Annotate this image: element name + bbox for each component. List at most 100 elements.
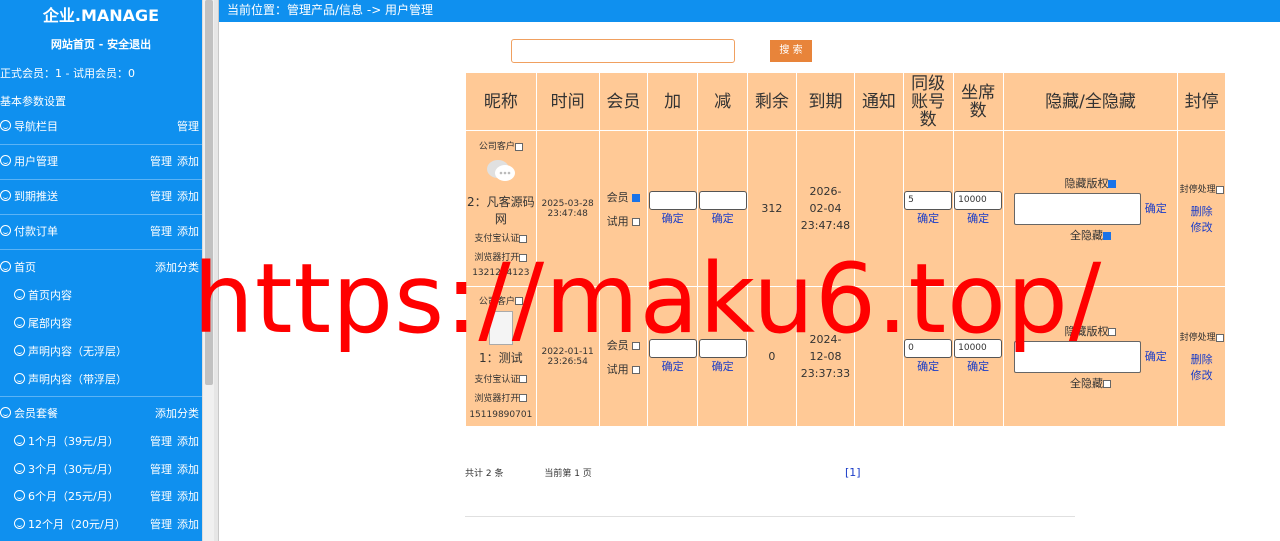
manage-link[interactable]: 管理: [150, 148, 172, 176]
sidebar-item-label: 付款订单: [14, 225, 58, 238]
manage-link[interactable]: 管理: [150, 511, 172, 539]
hide-all-checkbox[interactable]: [1102, 231, 1111, 240]
sidebar-subitem[interactable]: 1个月（39元/月） 管理 添加: [0, 428, 202, 456]
edit-link[interactable]: 修改: [1178, 367, 1225, 383]
search-button[interactable]: 搜 索: [770, 40, 812, 62]
add-link[interactable]: 添加: [177, 148, 199, 176]
sidebar-subitem[interactable]: 首页内容: [0, 282, 202, 310]
ban-label: 封停处理: [1179, 185, 1216, 195]
sidebar-item-expiry-push[interactable]: 到期推送 管理 添加: [0, 183, 202, 211]
alipay-checkbox[interactable]: [519, 234, 528, 243]
sidebar-subitem[interactable]: 声明内容（带浮层）: [0, 366, 202, 394]
sidebar-subitem-label: 12个月（20元/月）: [28, 518, 126, 531]
sidebar-item-nav[interactable]: 导航栏目 管理: [0, 113, 202, 141]
sidebar-subitem-label: 尾部内容: [28, 317, 72, 330]
member-counts: 正式会员：1 - 试用会员：0: [0, 67, 135, 80]
basic-settings-link[interactable]: 基本参数设置: [0, 93, 66, 109]
sidebar-item-home[interactable]: 首页 添加分类: [0, 254, 202, 282]
column-header: 封停: [1177, 72, 1226, 131]
manage-link[interactable]: 管理: [150, 183, 172, 211]
ban-checkbox[interactable]: [1215, 185, 1224, 194]
sidebar-subitem[interactable]: 声明内容（无浮层）: [0, 338, 202, 366]
sidebar-subitem[interactable]: 6个月（25元/月） 管理 添加: [0, 483, 202, 511]
subtract-input[interactable]: [698, 191, 747, 210]
add-link[interactable]: 添加: [177, 218, 199, 246]
add-link[interactable]: 添加: [177, 183, 199, 211]
confirm-button[interactable]: 确定: [698, 358, 747, 374]
trial-label: 试用: [606, 214, 629, 228]
sidebar-title: 企业.MANAGE: [42, 6, 160, 25]
smile-icon: [14, 345, 25, 356]
time-date: 2025-03-28: [541, 198, 594, 209]
sidebar-item-package[interactable]: 会员套餐 添加分类: [0, 400, 202, 428]
ban-cell: 封停处理 删除 修改: [1177, 286, 1226, 427]
confirm-button[interactable]: 确定: [954, 210, 1003, 226]
total-count: 共计 2 条: [465, 469, 504, 479]
manage-link[interactable]: 管理: [150, 456, 172, 484]
add-input[interactable]: [648, 191, 697, 210]
manage-link[interactable]: 管理: [177, 113, 199, 141]
divider: [0, 396, 202, 397]
add-link[interactable]: 添加: [177, 428, 199, 456]
delete-link[interactable]: 删除: [1178, 203, 1225, 219]
ban-checkbox[interactable]: [1215, 333, 1224, 342]
confirm-button[interactable]: 确定: [904, 210, 953, 226]
peer-input[interactable]: 5: [904, 191, 953, 210]
member-checkbox[interactable]: [632, 193, 641, 202]
confirm-button[interactable]: 确定: [698, 210, 747, 226]
add-category-link[interactable]: 添加分类: [155, 400, 199, 428]
smile-icon: [14, 518, 25, 529]
smile-icon: [14, 435, 25, 446]
hide-all-checkbox[interactable]: [1102, 379, 1111, 388]
edit-link[interactable]: 修改: [1178, 219, 1225, 235]
column-header: 通知: [854, 72, 904, 131]
manage-link[interactable]: 管理: [150, 218, 172, 246]
add-link[interactable]: 添加: [177, 511, 199, 539]
column-header: 减: [697, 72, 749, 131]
smile-icon: [0, 155, 11, 166]
hide-copyright-checkbox[interactable]: [1108, 327, 1117, 336]
confirm-button[interactable]: 确定: [648, 210, 697, 226]
sidebar-item-label: 首页: [14, 261, 36, 274]
confirm-button[interactable]: 确定: [954, 358, 1003, 374]
trial-checkbox[interactable]: [632, 217, 641, 226]
breadcrumb: 当前位置：管理产品/信息 -> 用户管理: [219, 0, 1280, 22]
current-page: 当前第 1 页: [544, 469, 592, 479]
sidebar-item-label: 用户管理: [14, 155, 58, 168]
sidebar-links[interactable]: 网站首页 - 安全退出: [0, 36, 202, 52]
trial-checkbox[interactable]: [632, 365, 641, 374]
manage-link[interactable]: 管理: [150, 483, 172, 511]
smile-icon: [0, 261, 11, 272]
sidebar-subitem-label: 1个月（39元/月）: [28, 435, 119, 448]
smile-icon: [0, 407, 11, 418]
column-header: 到期: [795, 72, 856, 131]
confirm-button[interactable]: 确定: [904, 358, 953, 374]
hide-copyright-checkbox[interactable]: [1108, 179, 1117, 188]
sidebar-subitem[interactable]: 尾部内容: [0, 310, 202, 338]
sidebar-item-orders[interactable]: 付款订单 管理 添加: [0, 218, 202, 246]
smile-icon: [14, 289, 25, 300]
add-link[interactable]: 添加: [177, 456, 199, 484]
ban-cell: 封停处理 删除 修改: [1177, 130, 1226, 287]
alipay-checkbox[interactable]: [519, 375, 528, 383]
delete-link[interactable]: 删除: [1178, 351, 1225, 367]
sidebar-subitem[interactable]: 3个月（30元/月） 管理 添加: [0, 456, 202, 484]
confirm-button[interactable]: 确定: [1145, 202, 1167, 215]
chat-icon: [466, 158, 536, 187]
column-header: 会员: [598, 72, 649, 131]
sidebar: 企业.MANAGE 网站首页 - 安全退出 正式会员：1 - 试用会员：0 基本…: [0, 0, 202, 541]
company-checkbox[interactable]: [514, 142, 523, 151]
add-link[interactable]: 添加: [177, 483, 199, 511]
sidebar-item-users[interactable]: 用户管理 管理 添加: [0, 148, 202, 176]
seats-input[interactable]: 10000: [954, 191, 1003, 210]
confirm-button[interactable]: 确定: [648, 358, 697, 374]
smile-icon: [14, 317, 25, 328]
page-link[interactable]: [1]: [845, 466, 861, 479]
confirm-button[interactable]: 确定: [1145, 350, 1167, 363]
search-input[interactable]: [511, 39, 735, 63]
sidebar-subitem[interactable]: 12个月（20元/月） 管理 添加: [0, 511, 202, 539]
hide-textarea[interactable]: [1014, 192, 1142, 225]
browser-checkbox[interactable]: [519, 394, 528, 402]
sidebar-subitem-label: 首页内容: [28, 289, 72, 302]
manage-link[interactable]: 管理: [150, 428, 172, 456]
